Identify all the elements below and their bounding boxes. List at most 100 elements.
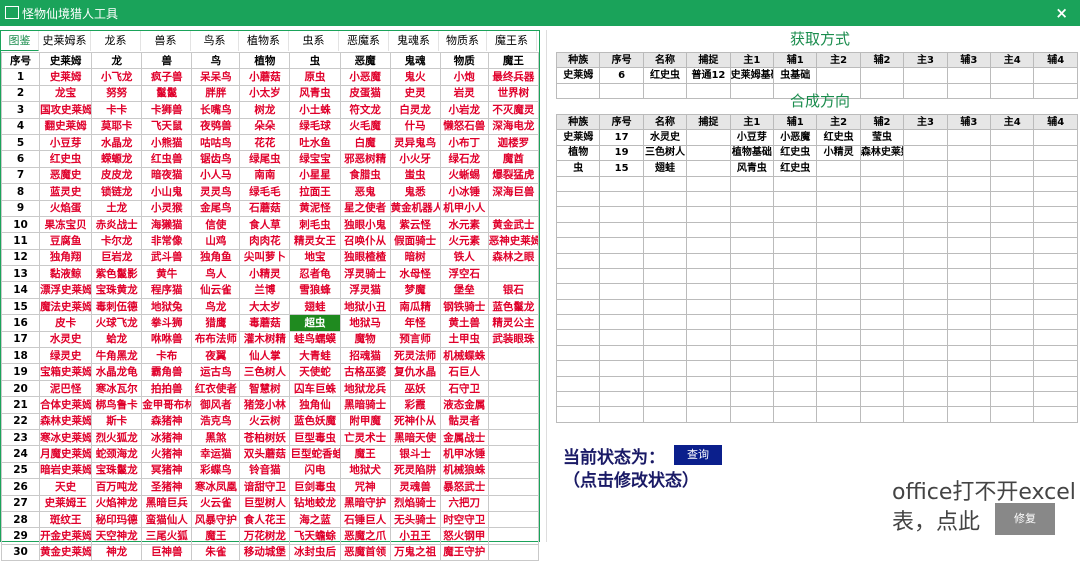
monster-cell[interactable]: 鬼悉 [389,183,441,201]
monster-cell[interactable]: 程序猫 [141,281,193,299]
monster-cell[interactable]: 小人马 [191,166,241,185]
monster-cell[interactable]: 深海巨兽 [487,183,540,201]
monster-cell[interactable]: 铃音猫 [239,461,291,480]
monster-cell[interactable]: 土龙 [91,199,143,217]
monster-cell[interactable] [487,412,540,430]
monster-cell[interactable]: 皮蛋猫 [339,84,391,103]
monster-cell[interactable]: 黄土兽 [439,314,489,332]
monster-cell[interactable]: 月魔史莱姆 [39,445,93,463]
monster-cell[interactable]: 黑暗天使 [389,428,441,447]
monster-cell[interactable]: 巨神兽 [141,543,193,561]
monster-cell[interactable]: 假面骑士 [389,232,441,250]
monster-cell[interactable]: 皮卡 [39,314,93,332]
tab-2[interactable]: 龙系 [91,31,141,51]
monster-cell[interactable] [487,478,540,496]
monster-cell[interactable]: 风青虫 [289,84,341,103]
monster-cell[interactable]: 火云雀 [191,494,241,512]
monster-cell[interactable]: 小精灵 [239,265,291,283]
monster-cell[interactable]: 魔酋 [487,150,540,168]
monster-cell[interactable]: 鬼火 [389,68,441,86]
monster-cell[interactable]: 呆呆鸟 [191,68,241,86]
monster-cell[interactable]: 水母怪 [389,265,441,283]
monster-cell[interactable]: 小蘑菇 [239,68,291,86]
monster-cell[interactable]: 猎鹰 [191,314,241,332]
monster-cell[interactable]: 石守卫 [439,379,489,398]
monster-cell[interactable] [487,396,540,414]
monster-cell[interactable]: 苍柏树妖 [239,428,291,447]
monster-cell[interactable]: 紫色鬣影 [91,265,143,283]
monster-cell[interactable]: 暗夜猫 [141,166,193,185]
monster-cell[interactable]: 胖胖 [191,84,241,103]
monster-cell[interactable]: 铁人 [439,248,489,267]
monster-cell[interactable]: 斑纹王 [39,510,93,529]
tab-9[interactable]: 物质系 [439,31,487,51]
monster-cell[interactable]: 黑暗守护 [339,494,391,512]
monster-cell[interactable]: 预言师 [389,330,441,349]
monster-cell[interactable]: 神龙 [91,543,143,561]
monster-cell[interactable]: 圣猪神 [141,478,193,496]
monster-cell[interactable]: 绿灵史 [39,347,93,365]
monster-cell[interactable]: 独角翔 [39,248,93,267]
monster-cell[interactable]: 黑暗骑士 [339,396,391,414]
monster-cell[interactable]: 飞天鼠 [141,117,193,135]
monster-cell[interactable]: 迦楼罗 [487,133,540,152]
monster-cell[interactable]: 灵异鬼鸟 [389,133,441,152]
monster-cell[interactable]: 南瓜精 [389,297,441,316]
monster-cell[interactable]: 鸟龙 [191,297,241,316]
monster-cell[interactable]: 史莱姆 [39,68,93,86]
monster-cell[interactable]: 长嘴鸟 [191,101,241,119]
monster-cell[interactable]: 天使蛇 [289,363,341,381]
monster-cell[interactable]: 食人草 [239,215,291,234]
monster-cell[interactable]: 努努 [91,84,143,103]
monster-cell[interactable]: 闪电 [289,461,341,480]
monster-cell[interactable]: 黄金机器人 [389,199,441,217]
monster-cell[interactable]: 火蜥蜴 [439,166,489,185]
monster-cell[interactable]: 蚩虫 [389,166,441,185]
monster-cell[interactable]: 国攻史莱姆 [39,101,93,119]
monster-cell[interactable]: 小豆芽 [39,133,93,152]
monster-cell[interactable]: 毒刺伍德 [91,297,143,316]
monster-cell[interactable]: 世界树 [487,84,540,103]
status-hint[interactable]: （点击修改状态） [563,466,699,491]
monster-cell[interactable]: 绿毛球 [289,117,341,135]
monster-cell[interactable]: 锁链龙 [91,183,143,201]
monster-cell[interactable]: 夜鸮兽 [191,117,241,135]
monster-cell[interactable]: 地宝 [289,248,341,267]
monster-cell[interactable]: 蓝灵史 [39,183,93,201]
monster-cell[interactable]: 烈火狐龙 [91,428,143,447]
monster-cell[interactable]: 漂浮史莱姆 [39,281,93,299]
tab-0[interactable]: 图鉴 [1,31,39,51]
monster-cell[interactable]: 合体史莱姆 [39,396,93,414]
monster-cell[interactable]: 地狱兔 [141,297,193,316]
monster-cell[interactable]: 金甲哥布林 [141,396,193,414]
monster-cell[interactable]: 锯齿鸟 [191,150,241,168]
monster-cell[interactable]: 恶神史莱姆 [487,232,540,250]
monster-cell[interactable]: 恶魔史 [39,166,93,185]
monster-cell[interactable]: 小炮 [439,68,489,86]
monster-cell[interactable] [487,494,540,512]
monster-cell[interactable]: 卡尔龙 [91,232,143,250]
monster-cell[interactable]: 亡灵术士 [339,428,391,447]
monster-cell[interactable]: 独眼小鬼 [339,215,391,234]
monster-cell[interactable]: 岩灵 [439,84,489,103]
monster-cell[interactable]: 无头骑士 [389,510,441,529]
monster-cell[interactable]: 囚车巨蛛 [289,379,341,398]
monster-cell[interactable]: 巨型毒虫 [289,428,341,447]
monster-cell[interactable]: 小土蛛 [289,101,341,119]
monster-cell[interactable] [487,265,540,283]
monster-cell[interactable]: 地狱犬 [339,461,391,480]
monster-cell[interactable]: 最终兵器 [487,68,540,86]
monster-cell[interactable]: 红衣使者 [191,379,241,398]
monster-cell[interactable]: 猪笼小林 [239,396,291,414]
monster-cell[interactable]: 牛角黑龙 [91,347,143,365]
monster-cell[interactable] [487,445,540,463]
monster-cell[interactable]: 小火牙 [389,150,441,168]
tab-8[interactable]: 鬼魂系 [389,31,439,51]
monster-cell[interactable]: 灌木树精 [239,330,291,349]
monster-cell[interactable]: 火猪神 [141,445,193,463]
monster-cell[interactable]: 骷灵者 [439,412,489,430]
monster-cell[interactable]: 秘印玛德 [91,510,143,529]
monster-cell[interactable]: 寒冰史莱姆 [39,428,93,447]
monster-cell[interactable]: 拉面王 [289,183,341,201]
monster-cell[interactable]: 银斗士 [389,445,441,463]
